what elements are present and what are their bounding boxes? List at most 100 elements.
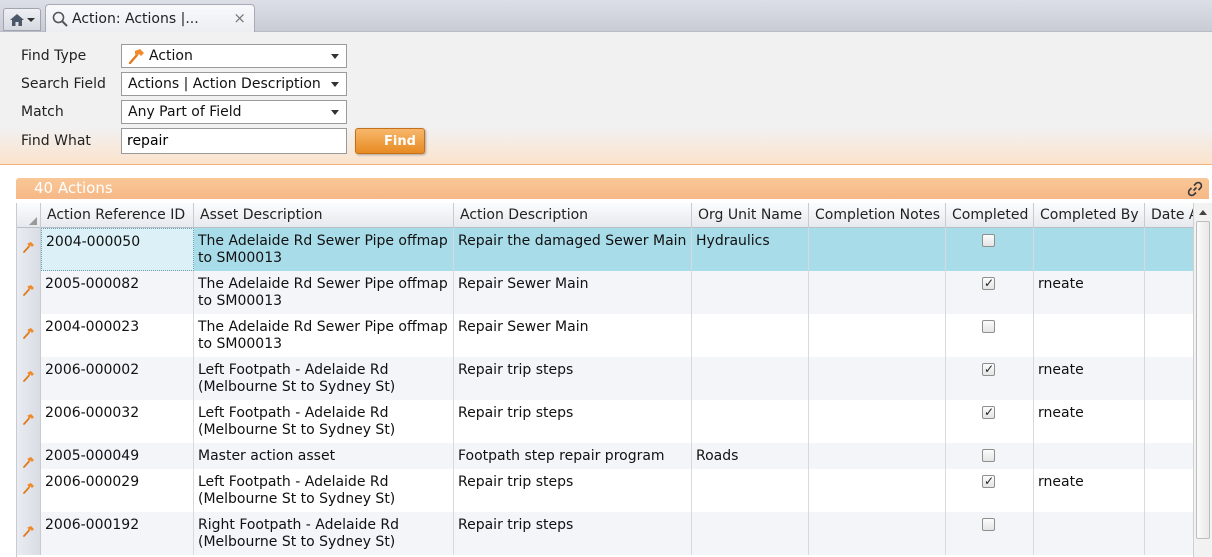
row-selector[interactable] xyxy=(17,512,41,555)
scroll-up-icon[interactable] xyxy=(1199,210,1207,215)
table-row[interactable]: 2005-000082 The Adelaide Rd Sewer Pipe of… xyxy=(17,271,1194,314)
cell-asset[interactable]: Left Footpath - Adelaide Rd (Melbourne S… xyxy=(194,357,454,400)
cell-completed[interactable] xyxy=(946,357,1034,400)
cell-completed[interactable] xyxy=(946,400,1034,443)
cell-notes[interactable] xyxy=(809,469,946,512)
cell-ref[interactable]: 2004-000050 xyxy=(41,228,194,271)
cell-completed[interactable] xyxy=(946,228,1034,271)
cell-ref[interactable]: 2006-000192 xyxy=(41,512,194,555)
cell-completed[interactable] xyxy=(946,314,1034,357)
tab-action-search[interactable]: Action: Actions |... × xyxy=(45,4,255,32)
cell-notes[interactable] xyxy=(809,512,946,555)
cell-ref[interactable]: 2006-000002 xyxy=(41,357,194,400)
cell-notes[interactable] xyxy=(809,400,946,443)
cell-date[interactable] xyxy=(1145,443,1194,469)
completed-checkbox[interactable] xyxy=(982,361,995,378)
select-all-corner[interactable] xyxy=(17,203,41,228)
cell-ref[interactable]: 2004-000023 xyxy=(41,314,194,357)
cell-org[interactable] xyxy=(692,314,809,357)
cell-date[interactable] xyxy=(1145,271,1194,314)
column-header-completion-notes[interactable]: Completion Notes xyxy=(809,203,946,228)
row-selector[interactable] xyxy=(17,357,41,400)
find-button[interactable]: Find xyxy=(355,128,425,154)
cell-notes[interactable] xyxy=(809,443,946,469)
cell-by[interactable] xyxy=(1034,314,1145,357)
column-header-action-reference-id[interactable]: Action Reference ID xyxy=(41,203,194,228)
table-row[interactable]: 2006-000029 Left Footpath - Adelaide Rd (… xyxy=(17,469,1194,512)
cell-date[interactable] xyxy=(1145,400,1194,443)
match-select[interactable]: Any Part of Field xyxy=(121,100,347,124)
cell-ref[interactable]: 2006-000032 xyxy=(41,400,194,443)
cell-asset[interactable]: Master action asset xyxy=(194,443,454,469)
row-selector[interactable] xyxy=(17,314,41,357)
cell-by[interactable] xyxy=(1034,512,1145,555)
cell-by[interactable] xyxy=(1034,228,1145,271)
cell-org[interactable] xyxy=(692,271,809,314)
link-icon[interactable] xyxy=(1187,181,1203,197)
cell-completed[interactable] xyxy=(946,271,1034,314)
cell-org[interactable] xyxy=(692,357,809,400)
cell-date[interactable] xyxy=(1145,469,1194,512)
find-type-select[interactable]: Action xyxy=(121,44,347,68)
row-selector[interactable] xyxy=(17,400,41,443)
cell-action[interactable]: Repair trip steps xyxy=(454,357,692,400)
cell-notes[interactable] xyxy=(809,271,946,314)
cell-asset[interactable]: Left Footpath - Adelaide Rd (Melbourne S… xyxy=(194,469,454,512)
cell-action[interactable]: Repair Sewer Main xyxy=(454,271,692,314)
row-selector[interactable] xyxy=(17,271,41,314)
close-icon[interactable]: × xyxy=(233,9,246,27)
home-menu-button[interactable] xyxy=(3,8,41,31)
cell-date[interactable] xyxy=(1145,314,1194,357)
cell-action[interactable]: Footpath step repair program xyxy=(454,443,692,469)
cell-date[interactable] xyxy=(1145,357,1194,400)
completed-checkbox[interactable] xyxy=(982,275,995,292)
cell-by[interactable]: rneate xyxy=(1034,400,1145,443)
cell-notes[interactable] xyxy=(809,228,946,271)
cell-org[interactable]: Roads xyxy=(692,443,809,469)
cell-ref[interactable]: 2005-000049 xyxy=(41,443,194,469)
scrollbar-thumb[interactable] xyxy=(1196,221,1210,539)
cell-notes[interactable] xyxy=(809,314,946,357)
completed-checkbox[interactable] xyxy=(982,404,995,421)
row-selector[interactable] xyxy=(17,469,41,512)
cell-by[interactable]: rneate xyxy=(1034,469,1145,512)
cell-action[interactable]: Repair trip steps xyxy=(454,400,692,443)
cell-org[interactable] xyxy=(692,469,809,512)
column-header-completed[interactable]: Completed xyxy=(946,203,1034,228)
column-header-asset-description[interactable]: Asset Description xyxy=(194,203,454,228)
completed-checkbox[interactable] xyxy=(982,234,995,247)
column-header-completed-by[interactable]: Completed By xyxy=(1034,203,1145,228)
cell-action[interactable]: Repair Sewer Main xyxy=(454,314,692,357)
find-what-input[interactable] xyxy=(121,128,347,154)
cell-action[interactable]: Repair trip steps xyxy=(454,512,692,555)
table-row[interactable]: 2005-000049 Master action asset Footpath s… xyxy=(17,443,1194,469)
column-header-date[interactable]: Date A xyxy=(1145,203,1194,228)
cell-by[interactable] xyxy=(1034,443,1145,469)
column-header-action-description[interactable]: Action Description xyxy=(454,203,692,228)
cell-date[interactable] xyxy=(1145,228,1194,271)
cell-completed[interactable] xyxy=(946,469,1034,512)
cell-date[interactable] xyxy=(1145,512,1194,555)
vertical-scrollbar[interactable] xyxy=(1193,203,1212,557)
completed-checkbox[interactable] xyxy=(982,518,995,531)
cell-asset[interactable]: The Adelaide Rd Sewer Pipe offmap to SM0… xyxy=(194,314,454,357)
cell-org[interactable] xyxy=(692,512,809,555)
cell-action[interactable]: Repair trip steps xyxy=(454,469,692,512)
row-selector[interactable] xyxy=(17,228,41,271)
table-row[interactable]: 2006-000192 Right Footpath - Adelaide Rd … xyxy=(17,512,1194,555)
table-row[interactable]: 2006-000002 Left Footpath - Adelaide Rd (… xyxy=(17,357,1194,400)
cell-asset[interactable]: The Adelaide Rd Sewer Pipe offmap to SM0… xyxy=(194,228,454,271)
cell-by[interactable]: rneate xyxy=(1034,357,1145,400)
table-row[interactable]: 2006-000032 Left Footpath - Adelaide Rd (… xyxy=(17,400,1194,443)
cell-notes[interactable] xyxy=(809,357,946,400)
table-row[interactable]: 2004-000050 The Adelaide Rd Sewer Pipe of… xyxy=(17,228,1194,271)
cell-completed[interactable] xyxy=(946,443,1034,469)
row-selector[interactable] xyxy=(17,443,41,469)
completed-checkbox[interactable] xyxy=(982,449,995,462)
cell-completed[interactable] xyxy=(946,512,1034,555)
search-field-select[interactable]: Actions | Action Description xyxy=(121,72,347,96)
cell-org[interactable] xyxy=(692,400,809,443)
cell-asset[interactable]: The Adelaide Rd Sewer Pipe offmap to SM0… xyxy=(194,271,454,314)
cell-ref[interactable]: 2005-000082 xyxy=(41,271,194,314)
cell-by[interactable]: rneate xyxy=(1034,271,1145,314)
